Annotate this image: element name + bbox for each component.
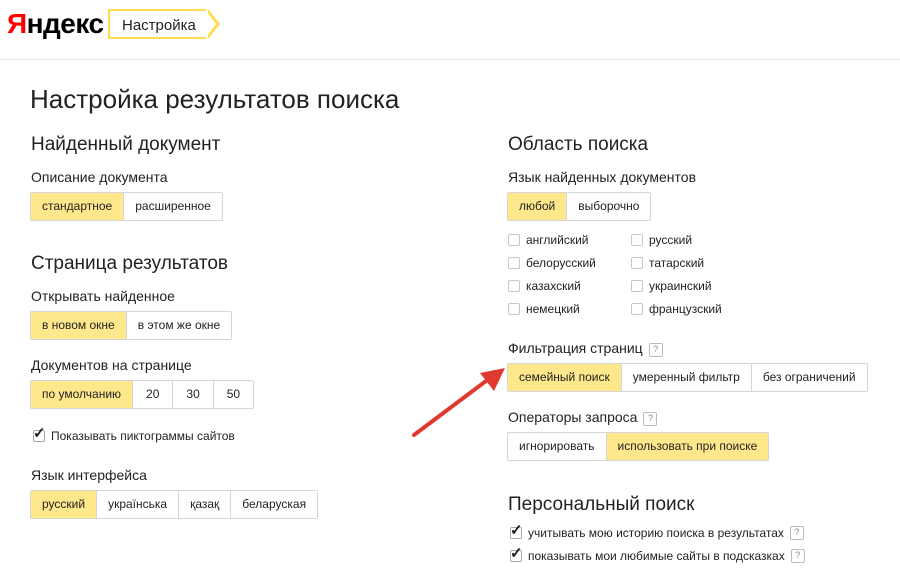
favorites-checkbox[interactable]: ✓ xyxy=(510,546,523,562)
option-russian[interactable]: русский xyxy=(31,491,98,518)
favicons-label: Показывать пиктограммы сайтов xyxy=(51,429,235,443)
favorites-checkbox-row[interactable]: ✓ показывать мои любимые сайты в подсказ… xyxy=(510,546,805,563)
open-found-label: Открывать найденное xyxy=(31,288,175,304)
help-icon[interactable]: ? xyxy=(790,549,805,563)
help-icon[interactable]: ? xyxy=(643,412,658,426)
option-ukrainian[interactable]: українська xyxy=(97,491,180,518)
option-standard[interactable]: стандартное xyxy=(31,193,125,220)
history-label: учитывать мою историю поиска в результат… xyxy=(528,526,784,540)
open-found-switch: в новом окне в этом же окне xyxy=(30,311,233,340)
lang-checkbox-row[interactable]: украинский xyxy=(631,279,712,293)
favicons-checkbox[interactable]: ✓ xyxy=(33,426,46,442)
document-description-switch: стандартное расширенное xyxy=(30,192,223,221)
option-20[interactable]: 20 xyxy=(133,381,174,408)
option-30[interactable]: 30 xyxy=(173,381,214,408)
lang-checkbox[interactable] xyxy=(631,303,643,315)
lang-label: немецкий xyxy=(526,302,580,316)
option-ignore[interactable]: игнорировать xyxy=(508,433,607,460)
page-filter-switch: семейный поиск умеренный фильтр без огра… xyxy=(507,363,868,392)
lang-checkbox-row[interactable]: немецкий xyxy=(508,302,580,316)
lang-checkbox[interactable] xyxy=(631,234,643,246)
favorites-label: показывать мои любимые сайты в подсказка… xyxy=(528,549,785,563)
lang-label: татарский xyxy=(649,256,705,270)
option-kazakh[interactable]: қазақ xyxy=(179,491,232,518)
lang-checkbox[interactable] xyxy=(508,280,520,292)
lang-label: английский xyxy=(526,233,589,247)
history-checkbox-row[interactable]: ✓ учитывать мою историю поиска в результ… xyxy=(510,523,804,540)
docs-per-page-switch: по умолчанию 20 30 50 xyxy=(30,380,255,409)
checkmark-icon: ✓ xyxy=(510,522,523,539)
section-found-document-title: Найденный документ xyxy=(31,134,221,155)
page-title: Настройка результатов поиска xyxy=(30,84,400,114)
help-icon[interactable]: ? xyxy=(648,343,663,357)
lang-label: французский xyxy=(649,302,722,316)
query-operators-label: Операторы запроса? xyxy=(508,409,658,426)
lang-checkbox-row[interactable]: белорусский xyxy=(508,256,596,270)
option-family-search[interactable]: семейный поиск xyxy=(508,364,622,391)
help-icon[interactable]: ? xyxy=(789,526,804,540)
option-any[interactable]: любой xyxy=(508,193,568,220)
breadcrumb-settings[interactable]: Настройка xyxy=(108,9,206,39)
option-default[interactable]: по умолчанию xyxy=(31,381,134,408)
yandex-logo[interactable]: Яндекс xyxy=(7,8,104,40)
page-filter-label: Фильтрация страниц? xyxy=(508,340,663,357)
option-50[interactable]: 50 xyxy=(213,381,254,408)
docs-per-page-label: Документов на странице xyxy=(31,357,192,373)
lang-checkbox-row[interactable]: русский xyxy=(631,233,692,247)
history-checkbox[interactable]: ✓ xyxy=(510,523,523,539)
document-description-label: Описание документа xyxy=(31,169,168,185)
lang-label: русский xyxy=(649,233,693,247)
lang-checkbox[interactable] xyxy=(508,257,520,269)
ui-language-switch: русский українська қазақ беларуская xyxy=(30,490,319,519)
lang-checkbox[interactable] xyxy=(631,280,643,292)
lang-checkbox-row[interactable]: французский xyxy=(631,302,722,316)
option-no-restrictions[interactable]: без ограничений xyxy=(751,364,867,391)
header: Яндекс Настройка xyxy=(0,0,900,58)
checkmark-icon: ✓ xyxy=(33,425,46,442)
query-operators-switch: игнорировать использовать при поиске xyxy=(507,432,770,461)
annotation-arrow-icon xyxy=(412,368,505,437)
lang-label: казахский xyxy=(526,279,581,293)
option-use-in-search[interactable]: использовать при поиске xyxy=(606,433,769,460)
ui-language-label: Язык интерфейса xyxy=(31,467,147,483)
section-search-area-title: Область поиска xyxy=(508,134,649,155)
option-selective[interactable]: выборочно xyxy=(567,193,651,220)
section-personal-search-title: Персональный поиск xyxy=(508,494,695,515)
option-new-window[interactable]: в новом окне xyxy=(31,312,127,339)
favicons-checkbox-row[interactable]: ✓ Показывать пиктограммы сайтов xyxy=(33,426,235,443)
lang-checkbox-row[interactable]: казахский xyxy=(508,279,581,293)
header-divider xyxy=(0,59,900,60)
docs-language-switch: любой выборочно xyxy=(507,192,652,221)
lang-checkbox[interactable] xyxy=(508,303,520,315)
docs-language-label: Язык найденных документов xyxy=(508,169,697,185)
lang-checkbox-row[interactable]: английский xyxy=(508,233,588,247)
lang-checkbox[interactable] xyxy=(631,257,643,269)
lang-checkbox[interactable] xyxy=(508,234,520,246)
option-belarusian[interactable]: беларуская xyxy=(231,491,318,518)
option-moderate-filter[interactable]: умеренный фильтр xyxy=(621,364,752,391)
checkmark-icon: ✓ xyxy=(510,545,523,562)
lang-checkbox-row[interactable]: татарский xyxy=(631,256,704,270)
section-results-page-title: Страница результатов xyxy=(31,253,228,274)
lang-label: белорусский xyxy=(526,256,596,270)
option-same-window[interactable]: в этом же окне xyxy=(126,312,232,339)
lang-label: украинский xyxy=(649,279,712,293)
option-extended[interactable]: расширенное xyxy=(124,193,222,220)
